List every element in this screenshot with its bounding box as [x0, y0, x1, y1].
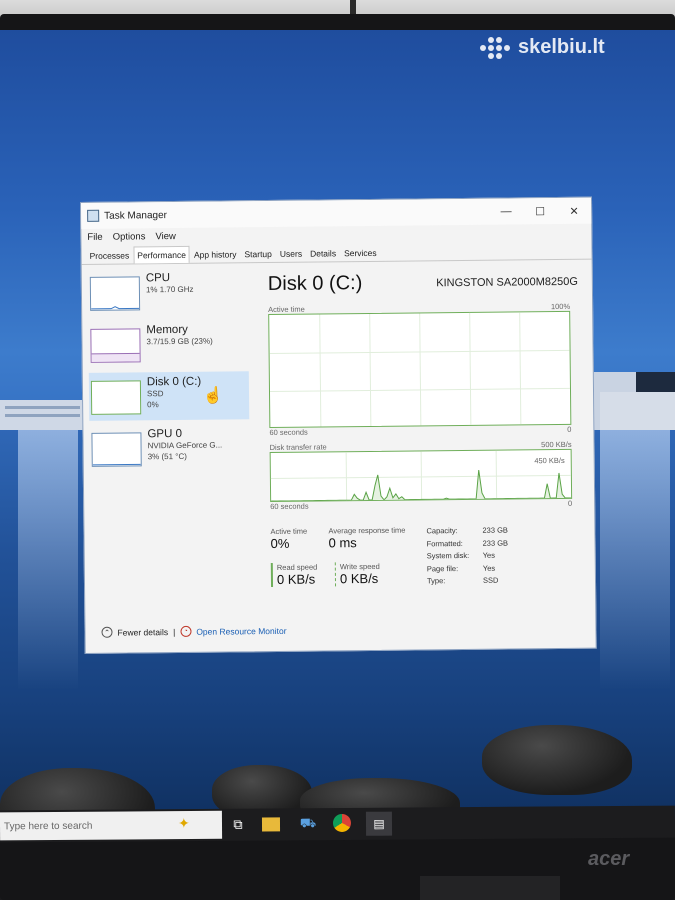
active-time-label: Active time: [270, 526, 308, 537]
resource-gpu-model: NVIDIA GeForce G...: [147, 440, 223, 451]
active-time-graph: [268, 310, 572, 429]
resource-name: GPU 0: [147, 427, 183, 441]
disk-detail-pane: Disk 0 (C:) KINGSTON SA2000M8250G Active…: [268, 270, 582, 633]
avg-response-label: Average response time: [328, 525, 406, 536]
prop-key: Type:: [426, 576, 446, 586]
active-time-value: 0%: [270, 535, 290, 552]
read-speed-value: 0 KB/s: [276, 571, 316, 587]
read-speed-label: Read speed: [276, 562, 318, 572]
tab-performance[interactable]: Performance: [133, 245, 191, 264]
prop-value: 233 GB: [482, 525, 508, 535]
transfer-rate-line: [271, 469, 572, 502]
open-resource-monitor-link[interactable]: Open Resource Monitor: [196, 625, 286, 636]
task-manager-icon: [87, 209, 100, 222]
monitor-brand-logo: acer: [588, 848, 630, 870]
rock: [482, 725, 632, 795]
resource-name: Disk 0 (C:): [146, 375, 202, 389]
prop-key: Capacity:: [426, 526, 458, 536]
fewer-details-link[interactable]: Fewer details: [117, 627, 168, 638]
resource-type: SSD: [146, 389, 164, 399]
active-time-graph-label: Active time: [268, 304, 305, 315]
resource-value: 0%: [147, 400, 159, 410]
prop-key: Formatted:: [426, 538, 463, 548]
close-button[interactable]: ✕: [557, 198, 591, 224]
prop-value: Yes: [482, 550, 496, 560]
taskbar: Type here to search ✦ ⧉ ⛟ ▤: [0, 805, 675, 843]
tab-processes[interactable]: Processes: [85, 246, 133, 263]
tab-startup[interactable]: Startup: [240, 245, 276, 262]
prop-key: System disk:: [426, 550, 470, 561]
menu-file[interactable]: File: [87, 231, 102, 242]
write-speed-label: Write speed: [339, 561, 380, 572]
prop-value: 233 GB: [482, 538, 509, 548]
disk-stats: Active time 0% Average response time 0 m…: [270, 524, 580, 588]
gpu-mini-graph: [91, 432, 142, 467]
disk-properties: Capacity: 233 GB Formatted: 233 GB System …: [426, 524, 537, 588]
transfer-graph-max: 500 KB/s: [541, 439, 572, 450]
maximize-button[interactable]: ☐: [523, 198, 557, 224]
prop-value: SSD: [482, 575, 499, 585]
memory-mini-graph: [90, 328, 141, 363]
resource-item-cpu[interactable]: CPU 1% 1.70 GHz: [88, 267, 248, 317]
resource-value: 1% 1.70 GHz: [145, 284, 194, 295]
taskbar-search-box[interactable]: Type here to search ✦: [0, 810, 223, 841]
transfer-rate-series: [271, 469, 572, 502]
footer-separator: |: [173, 626, 176, 637]
disk-mini-graph: [90, 380, 142, 415]
file-explorer-icon[interactable]: [261, 817, 281, 832]
watermark-dots-icon: [480, 36, 512, 59]
task-view-icon[interactable]: ⧉: [228, 815, 248, 835]
resource-item-memory[interactable]: Memory 3.7/15.9 GB (23%): [88, 319, 248, 369]
disk-model: KINGSTON SA2000M8250G: [436, 275, 578, 290]
tab-details[interactable]: Details: [306, 244, 340, 261]
resource-value: 3.7/15.9 GB (23%): [146, 336, 213, 347]
tab-users[interactable]: Users: [276, 245, 306, 262]
active-time-graph-max: 100%: [550, 301, 571, 312]
resource-name: CPU: [145, 272, 171, 285]
tab-services[interactable]: Services: [340, 244, 381, 261]
transfer-rate-area: [271, 470, 572, 502]
window-title: Task Manager: [104, 209, 168, 222]
tab-strip: Processes Performance App history Startu…: [81, 241, 592, 265]
chevron-up-icon[interactable]: ⌃: [101, 626, 113, 638]
resource-name: Memory: [146, 323, 188, 337]
minimize-button[interactable]: —: [489, 198, 523, 224]
light-reflection: [18, 430, 78, 690]
light-reflection: [600, 430, 670, 690]
resource-item-gpu[interactable]: GPU 0 NVIDIA GeForce G... 3% (51 °C): [89, 423, 249, 473]
resource-value: 3% (51 °C): [147, 451, 187, 462]
transfer-min: 0: [567, 498, 573, 508]
avg-response-value: 0 ms: [328, 535, 357, 551]
menu-options[interactable]: Options: [113, 231, 146, 242]
active-time-min: 0: [567, 424, 572, 434]
tab-app-history[interactable]: App history: [190, 245, 241, 263]
sparkle-icon: ✦: [177, 815, 190, 832]
window-footer: ⌃ Fewer details | ◔ Open Resource Monito…: [101, 625, 287, 638]
active-time-span: 60 seconds: [269, 427, 308, 438]
store-icon[interactable]: ⛟: [298, 814, 318, 834]
transfer-marker-label: 450 KB/s: [534, 455, 565, 466]
transfer-rate-section: Disk transfer rate 500 KB/s 450 KB/s 60 …: [270, 440, 573, 511]
watermark-text: skelbiu.lt: [518, 36, 605, 58]
cpu-mini-graph: [89, 276, 141, 311]
menu-view[interactable]: View: [155, 230, 176, 241]
write-speed-value: 0 KB/s: [339, 570, 379, 587]
prop-value: Yes: [482, 563, 496, 573]
resource-monitor-icon: ◔: [180, 625, 192, 637]
title-bar[interactable]: Task Manager — ☐ ✕: [81, 197, 592, 229]
search-placeholder: Type here to search: [3, 820, 93, 833]
prop-key: Page file:: [426, 563, 459, 573]
chrome-icon[interactable]: [332, 813, 352, 833]
resource-list: CPU 1% 1.70 GHz Memory 3.7/15.9 GB (23%)…: [88, 267, 252, 609]
resource-item-disk[interactable]: Disk 0 (C:) SSD 0% ☝: [88, 371, 250, 421]
monitor-stand: [420, 876, 560, 900]
task-manager-taskbar-icon[interactable]: ▤: [365, 811, 393, 836]
site-watermark: skelbiu.lt: [480, 36, 605, 59]
task-manager-window[interactable]: Task Manager — ☐ ✕ File Options View Pro…: [80, 196, 597, 654]
hand-cursor-icon: ☝: [202, 387, 224, 405]
transfer-rate-graph: 450 KB/s: [269, 448, 573, 503]
transfer-span: 60 seconds: [270, 501, 309, 512]
active-time-section: Active time 100% 60 seconds 0: [268, 302, 571, 437]
